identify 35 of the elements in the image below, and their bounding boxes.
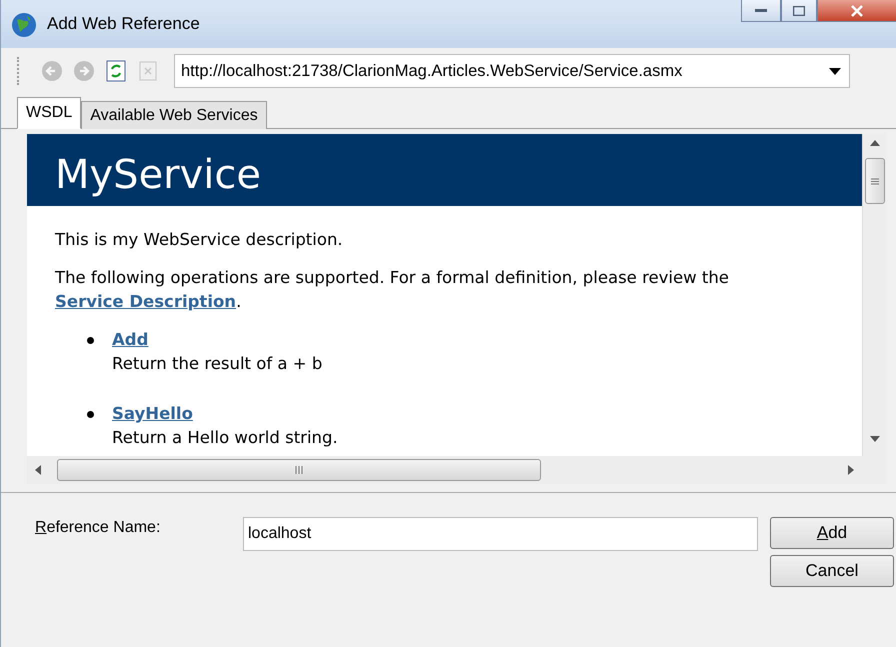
- operation-link[interactable]: Add: [112, 328, 148, 352]
- reference-name-field[interactable]: localhost: [243, 517, 758, 551]
- scroll-right-icon[interactable]: [848, 465, 854, 475]
- scroll-up-icon[interactable]: [870, 140, 880, 146]
- cancel-button[interactable]: Cancel: [770, 555, 894, 587]
- globe-icon: [11, 12, 37, 38]
- page-heading: MyService: [27, 134, 862, 206]
- close-button[interactable]: [817, 0, 896, 22]
- service-description-link[interactable]: Service Description: [55, 292, 236, 311]
- close-icon: [850, 4, 864, 16]
- add-button[interactable]: Add: [770, 517, 894, 549]
- window-title: Add Web Reference: [47, 14, 200, 34]
- address-field[interactable]: http://localhost:21738/ClarionMag.Articles.WebService/Service.asmx: [174, 54, 850, 88]
- scroll-thumb[interactable]: [864, 158, 884, 204]
- operation-description: Return a Hello world string.: [112, 427, 338, 449]
- refresh-icon: [106, 60, 126, 82]
- operation-link[interactable]: SayHello: [112, 402, 193, 426]
- intro-text: The following operations are supported. For a formal definition, please review the Service Description.: [55, 267, 730, 313]
- description-text: This is my WebService description.: [55, 229, 344, 251]
- operation-description: Return the result of a + b: [112, 353, 322, 375]
- scroll-left-icon[interactable]: [35, 465, 41, 475]
- maximize-button[interactable]: [781, 0, 817, 22]
- reference-name-label: Reference Name:: [35, 518, 162, 537]
- stop-icon: [139, 61, 157, 81]
- refresh-button[interactable]: [104, 59, 128, 83]
- dropdown-icon: [829, 68, 841, 74]
- minimize-button[interactable]: [741, 0, 781, 22]
- bullet-icon: [87, 411, 94, 418]
- tab[interactable]: WSDL: [17, 97, 82, 129]
- tab[interactable]: Available Web Services: [81, 101, 267, 129]
- maximize-icon: [793, 6, 805, 16]
- bullet-icon: [87, 337, 94, 344]
- scroll-thumb[interactable]: [57, 459, 541, 481]
- scroll-down-icon[interactable]: [870, 436, 880, 442]
- minimize-icon: [755, 8, 767, 12]
